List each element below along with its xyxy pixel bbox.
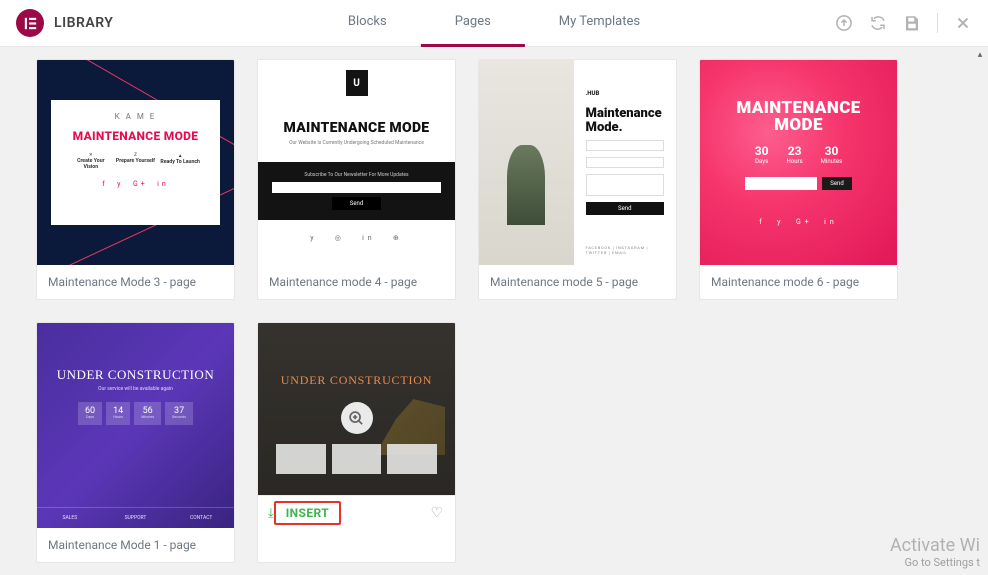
tabs: Blocks Pages My Templates	[314, 0, 674, 47]
template-label: Maintenance mode 5 - page	[479, 265, 676, 299]
tab-pages[interactable]: Pages	[421, 0, 525, 47]
thumb-title: MAINTENANCE MODE	[284, 120, 430, 136]
template-card[interactable]: PRO .HUB Maintenance Mode. Send FACEBOOK…	[478, 59, 677, 300]
elementor-logo	[16, 9, 44, 37]
thumb-title: MAINTENANCE MODE	[73, 129, 199, 143]
thumb-brand: K A M E	[115, 112, 157, 121]
thumb-title: Maintenance Mode.	[586, 107, 664, 134]
template-card-hovered[interactable]: UNDER CONSTRUCTION ⤓ INSERT ♡	[257, 322, 456, 563]
tab-my-templates[interactable]: My Templates	[525, 0, 674, 47]
download-icon: ⤓	[268, 506, 274, 521]
template-label: Maintenance mode 6 - page	[700, 265, 897, 299]
template-card-footer: ⤓ INSERT ♡	[258, 495, 455, 530]
template-thumbnail: PRO .HUB Maintenance Mode. Send FACEBOOK…	[479, 60, 676, 265]
template-thumbnail: PRO U MAINTENANCE MODE Our Website Is Cu…	[258, 60, 455, 265]
header-actions	[835, 13, 972, 33]
import-icon[interactable]	[835, 14, 853, 32]
template-thumbnail: PRO UNDER CONSTRUCTION Our service will …	[37, 323, 234, 528]
template-thumbnail: K A M E MAINTENANCE MODE ✕Create Your Vi…	[37, 60, 234, 265]
template-grid: K A M E MAINTENANCE MODE ✕Create Your Vi…	[0, 47, 988, 575]
template-label: Maintenance Mode 3 - page	[37, 265, 234, 299]
template-label: Maintenance mode 4 - page	[258, 265, 455, 299]
magnify-icon[interactable]	[341, 402, 373, 434]
thumb-social: f y G+ in	[102, 180, 168, 188]
template-card[interactable]: K A M E MAINTENANCE MODE ✕Create Your Vi…	[36, 59, 235, 300]
close-icon[interactable]	[954, 14, 972, 32]
scroll-up-icon[interactable]: ▴	[972, 47, 988, 63]
sync-icon[interactable]	[869, 14, 887, 32]
thumb-title: UNDER CONSTRUCTION	[57, 367, 214, 383]
separator	[937, 13, 938, 33]
favorite-icon[interactable]: ♡	[430, 505, 443, 521]
elementor-logo-icon	[22, 15, 39, 32]
header-bar: LIBRARY Blocks Pages My Templates	[0, 0, 988, 47]
template-card[interactable]: PRO MAINTENANCEMODE 30Days 23Hours 30Min…	[699, 59, 898, 300]
thumb-title: UNDER CONSTRUCTION	[281, 373, 432, 388]
save-icon[interactable]	[903, 14, 921, 32]
thumb-title: MAINTENANCEMODE	[736, 100, 860, 134]
template-thumbnail: UNDER CONSTRUCTION	[258, 323, 455, 495]
template-thumbnail: PRO MAINTENANCEMODE 30Days 23Hours 30Min…	[700, 60, 897, 265]
library-title: LIBRARY	[54, 15, 113, 31]
template-label: Maintenance Mode 1 - page	[37, 528, 234, 562]
scrollbar[interactable]: ▴	[972, 47, 988, 575]
template-card[interactable]: PRO U MAINTENANCE MODE Our Website Is Cu…	[257, 59, 456, 300]
template-card[interactable]: PRO UNDER CONSTRUCTION Our service will …	[36, 322, 235, 563]
insert-button[interactable]: INSERT	[274, 501, 341, 525]
tab-blocks[interactable]: Blocks	[314, 0, 421, 47]
